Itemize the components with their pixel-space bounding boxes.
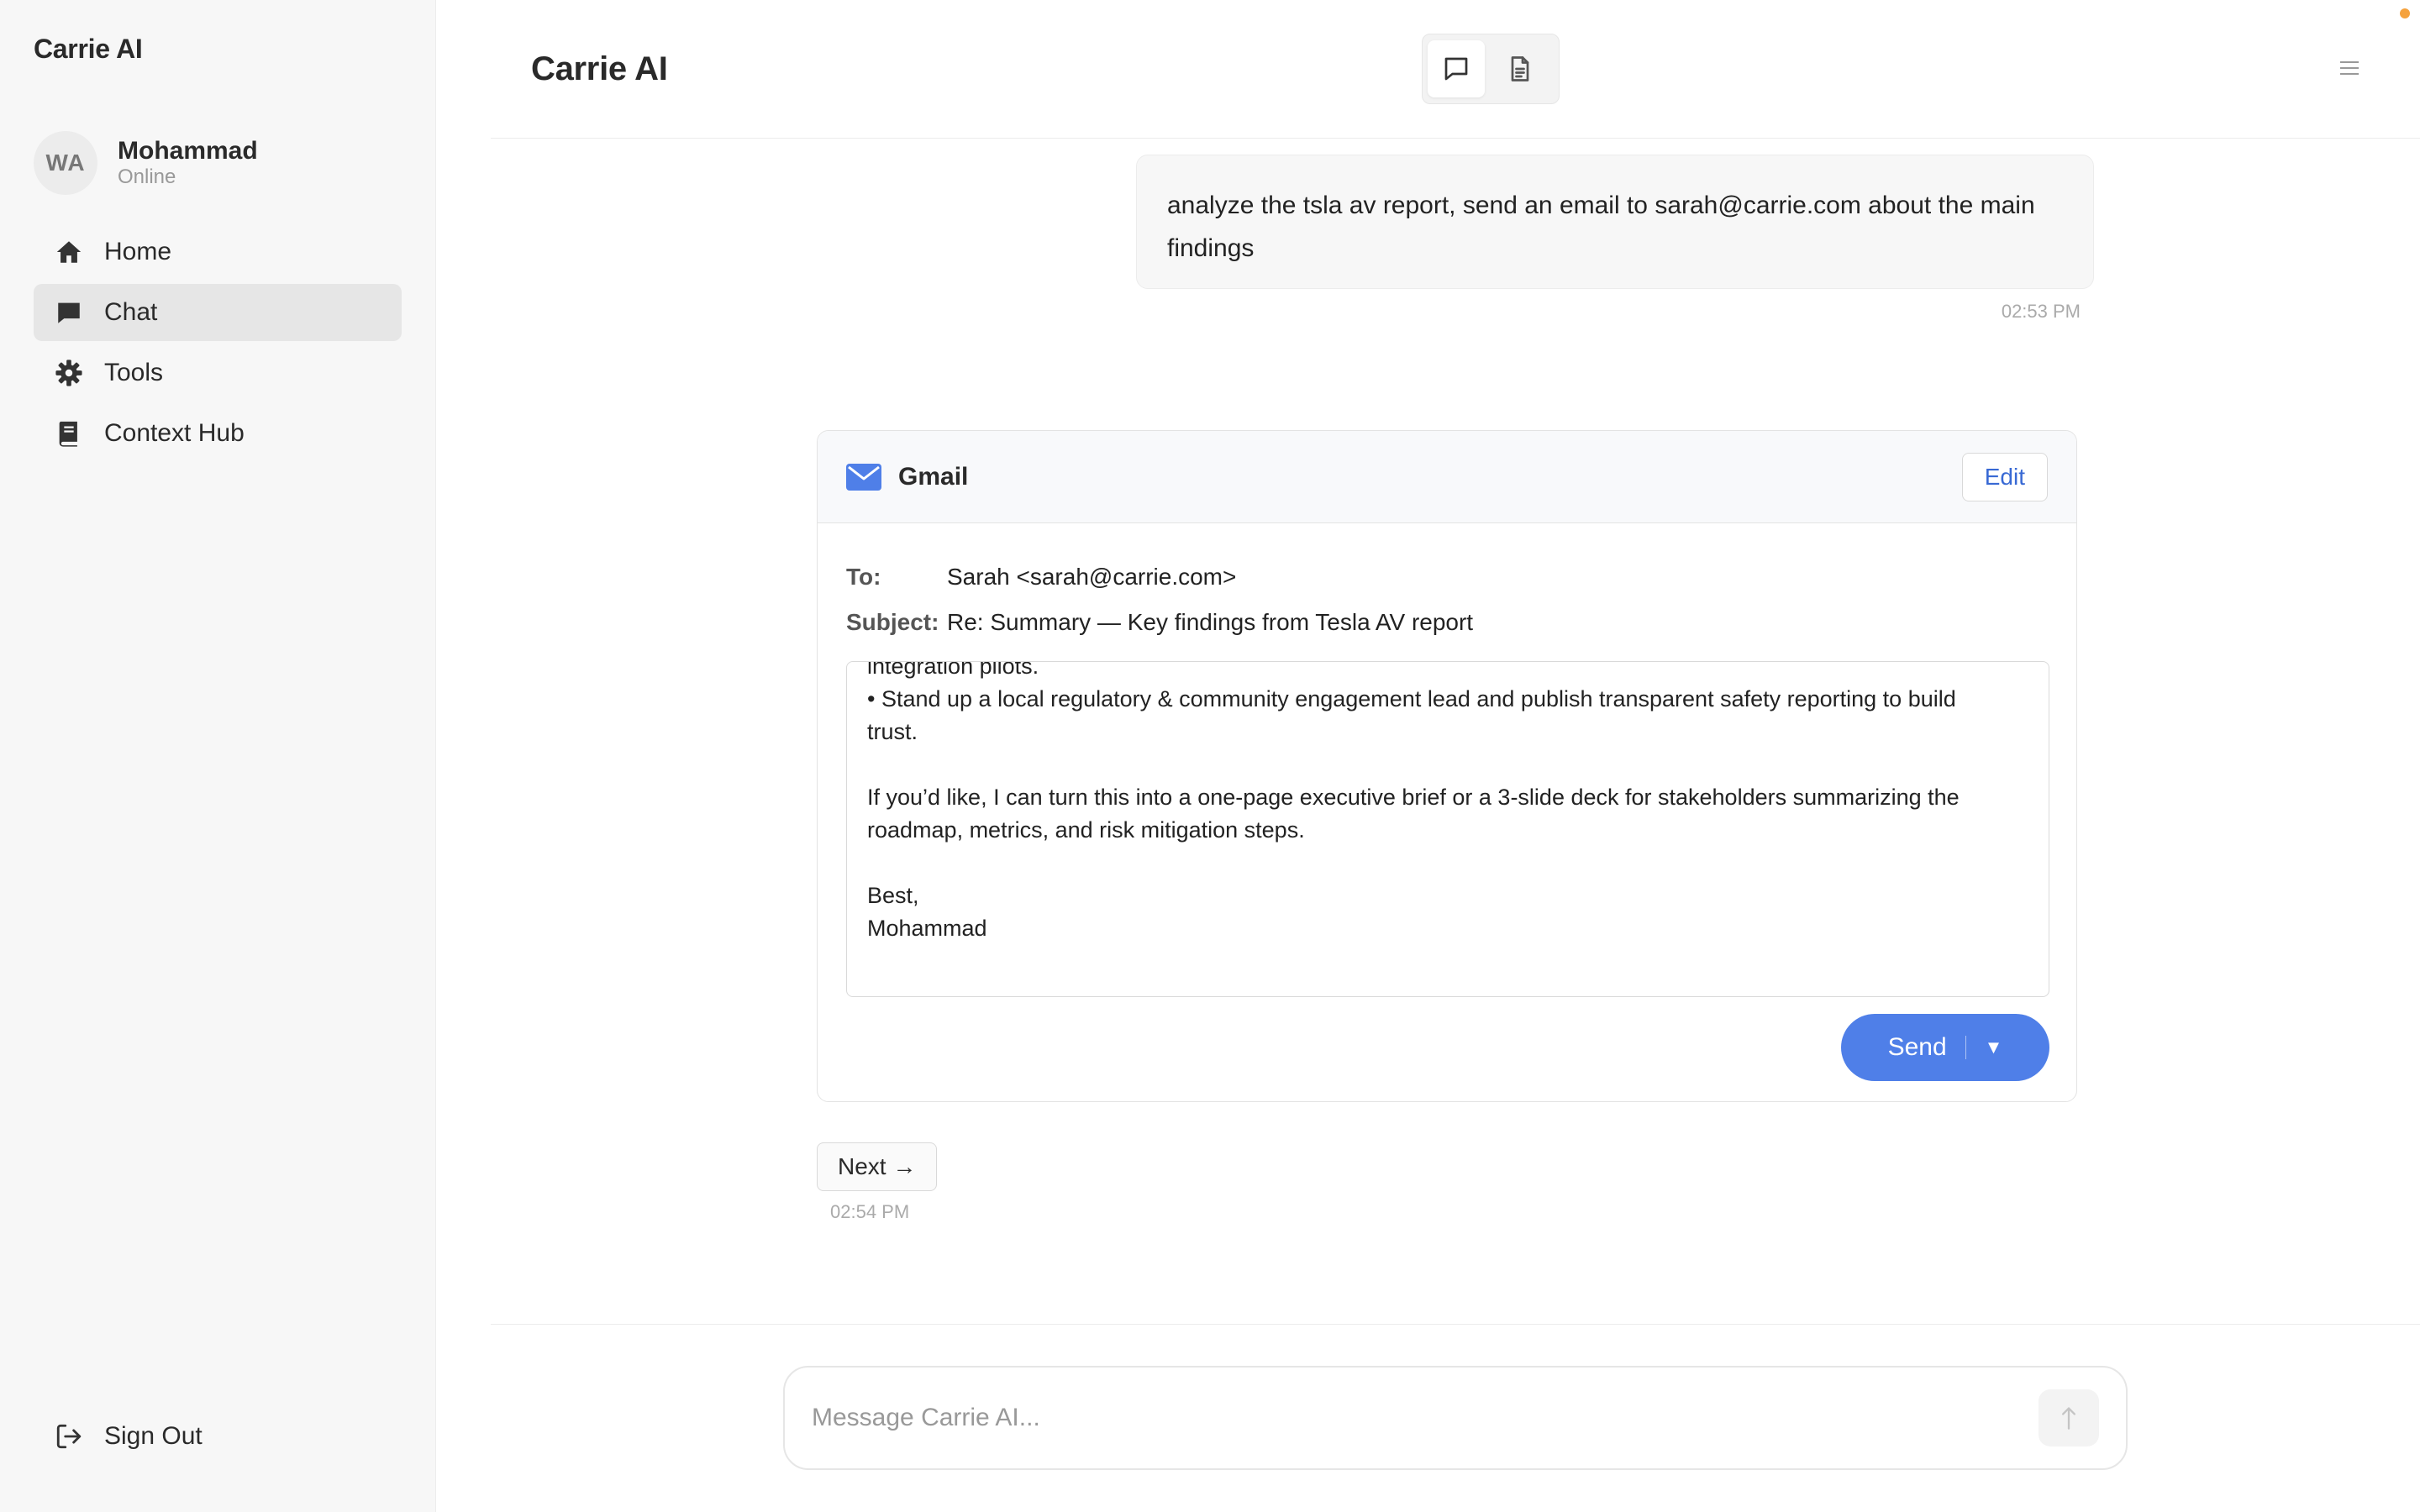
user-message-time: 02:53 PM bbox=[2001, 301, 2081, 322]
page-title: Carrie AI bbox=[531, 50, 668, 87]
send-divider bbox=[1965, 1036, 1966, 1059]
to-label: To: bbox=[846, 564, 881, 590]
hamburger-menu-icon bbox=[2340, 61, 2359, 75]
sidebar-item-label: Chat bbox=[104, 298, 158, 326]
gear-icon bbox=[54, 358, 84, 388]
sign-out-icon bbox=[54, 1421, 84, 1452]
next-button[interactable]: Next → bbox=[817, 1142, 938, 1191]
email-body-text: integration pilots. • Stand up a local r… bbox=[867, 661, 1960, 941]
user-message-bubble: analyze the tsla av report, send an emai… bbox=[1136, 155, 2094, 289]
book-icon bbox=[54, 418, 84, 449]
composer-divider bbox=[491, 1324, 2420, 1325]
subject-label: Subject: bbox=[846, 609, 939, 635]
gmail-card-header: Gmail Edit bbox=[818, 431, 2076, 523]
notification-dot bbox=[2400, 8, 2410, 18]
sidebar-item-tools[interactable]: Tools bbox=[34, 344, 402, 402]
chat-view-button[interactable] bbox=[1428, 40, 1485, 97]
document-view-button[interactable] bbox=[1491, 40, 1549, 97]
home-icon bbox=[54, 237, 84, 267]
avatar: WA bbox=[34, 131, 97, 195]
arrow-up-icon bbox=[2061, 1407, 2075, 1430]
message-input[interactable] bbox=[812, 1393, 1971, 1443]
gmail-draft-card: Gmail Edit To: Sarah <sarah@carrie.com> … bbox=[817, 430, 2077, 1102]
send-button[interactable]: Send ▼ bbox=[1841, 1014, 2049, 1081]
menu-button[interactable] bbox=[2334, 55, 2365, 81]
sidebar-item-chat[interactable]: Chat bbox=[34, 284, 402, 341]
chat-icon bbox=[54, 297, 84, 328]
user-profile: WA Mohammad Online bbox=[34, 131, 258, 195]
subject-value: Re: Summary — Key findings from Tesla AV… bbox=[947, 609, 1474, 635]
profile-text: Mohammad Online bbox=[118, 137, 258, 189]
message-composer bbox=[783, 1366, 2128, 1470]
gmail-title: Gmail bbox=[898, 462, 969, 491]
sidebar-item-label: Context Hub bbox=[104, 419, 245, 447]
composer-send-button[interactable] bbox=[2039, 1389, 2099, 1446]
chat-bubble-icon bbox=[1444, 57, 1468, 81]
mail-icon bbox=[846, 463, 881, 491]
brand-logo: Carrie AI bbox=[34, 34, 143, 64]
next-message-time: 02:54 PM bbox=[830, 1201, 910, 1222]
sidebar-item-label: Home bbox=[104, 238, 172, 265]
sidebar-item-label: Tools bbox=[104, 359, 164, 386]
sidebar-nav: Home Chat Tools Context Hub bbox=[34, 223, 402, 465]
sidebar-item-home[interactable]: Home bbox=[34, 223, 402, 281]
sign-out-button[interactable]: Sign Out bbox=[54, 1421, 203, 1452]
sidebar-item-context-hub[interactable]: Context Hub bbox=[34, 405, 402, 462]
to-row: To: Sarah <sarah@carrie.com> bbox=[846, 564, 1236, 591]
profile-name: Mohammad bbox=[118, 137, 258, 165]
send-label: Send bbox=[1887, 1033, 1947, 1061]
sidebar: Carrie AI WA Mohammad Online Home Chat T… bbox=[0, 0, 436, 1512]
subject-row: Subject: Re: Summary — Key findings from… bbox=[846, 609, 1473, 636]
sign-out-label: Sign Out bbox=[104, 1422, 203, 1450]
edit-button[interactable]: Edit bbox=[1961, 453, 2048, 501]
profile-status: Online bbox=[118, 165, 176, 188]
view-toggle bbox=[1422, 34, 1560, 104]
send-options-caret-icon[interactable]: ▼ bbox=[1985, 1037, 2003, 1058]
to-value: Sarah <sarah@carrie.com> bbox=[947, 564, 1237, 590]
email-body-field[interactable]: integration pilots. • Stand up a local r… bbox=[846, 661, 2049, 997]
header-divider bbox=[491, 138, 2420, 139]
document-icon bbox=[1511, 56, 1529, 81]
